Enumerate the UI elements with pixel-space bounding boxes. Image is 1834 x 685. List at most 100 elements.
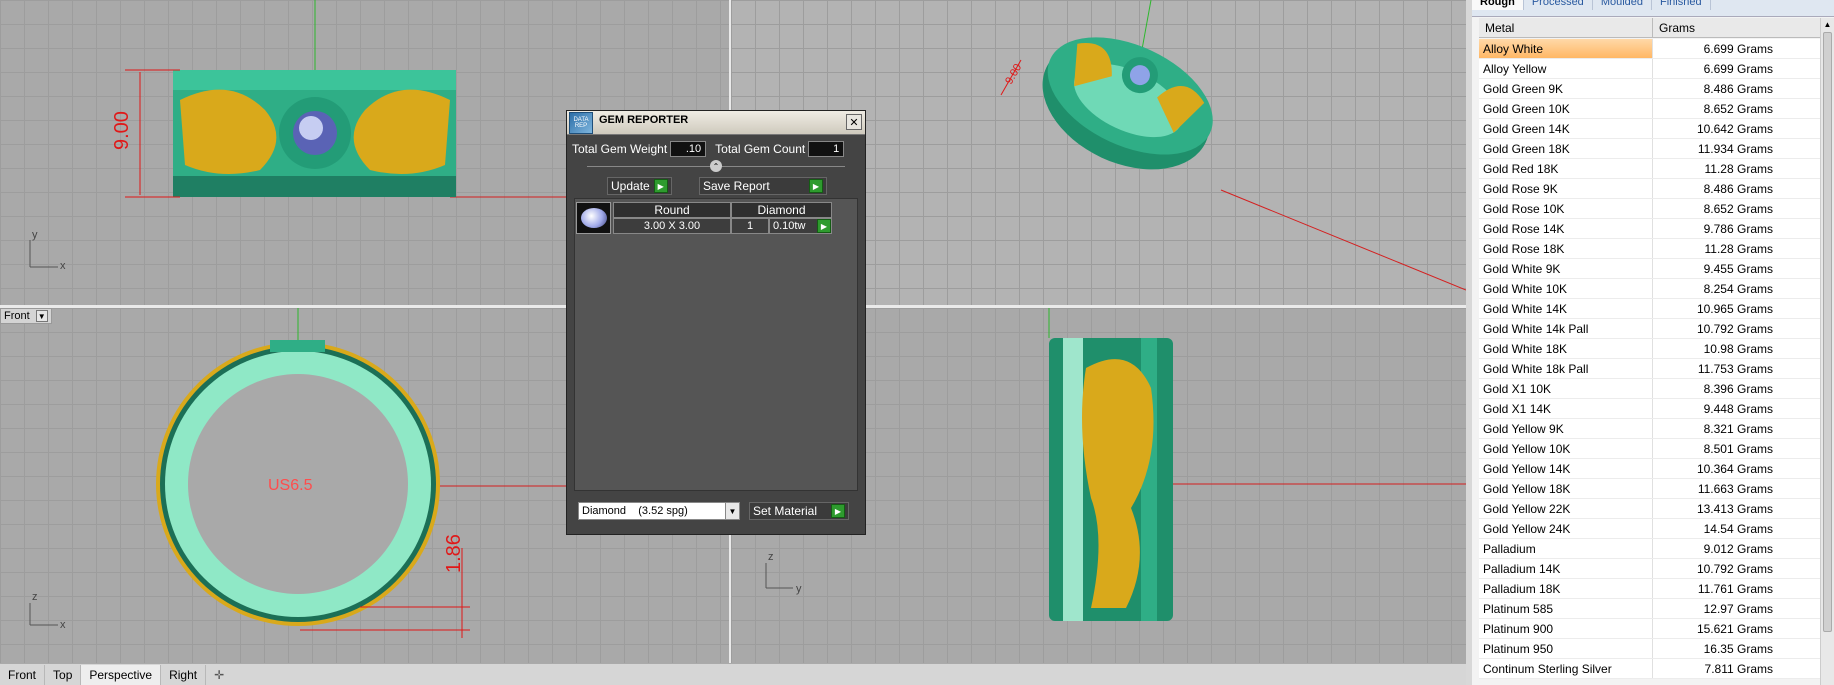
table-row[interactable]: Gold Yellow 14K 10.364 Grams (1479, 459, 1833, 479)
grams-cell: 11.28 Grams (1704, 241, 1773, 256)
tab-finished[interactable]: Finished (1652, 0, 1711, 10)
collapse-icon[interactable]: ⌃ (710, 160, 722, 172)
table-row[interactable]: Gold Red 18K 11.28 Grams (1479, 159, 1833, 179)
metal-name-cell: Gold Red 18K (1479, 159, 1653, 178)
close-icon[interactable]: ✕ (846, 114, 862, 130)
table-row[interactable]: Gold Yellow 9K 8.321 Grams (1479, 419, 1833, 439)
grams-cell: 11.934 Grams (1697, 141, 1773, 156)
play-icon[interactable]: ▶ (817, 219, 831, 233)
table-row[interactable]: Continum Sterling Silver 7.811 Grams (1479, 659, 1833, 679)
table-row[interactable]: Platinum 900 15.621 Grams (1479, 619, 1833, 639)
gem-type: Diamond (731, 202, 832, 218)
add-tab-icon[interactable]: ✛ (206, 668, 232, 682)
tab-rough[interactable]: Rough (1472, 0, 1524, 10)
metal-name-cell: Gold Rose 18K (1479, 239, 1653, 258)
tab-front[interactable]: Front (0, 664, 46, 685)
table-row[interactable]: Gold Yellow 10K 8.501 Grams (1479, 439, 1833, 459)
grams-cell: 8.652 Grams (1703, 201, 1773, 216)
dialog-title: GEM REPORTER (599, 113, 689, 126)
update-button[interactable]: Update ▶ (607, 177, 672, 195)
play-icon: ▶ (809, 179, 823, 193)
scroll-up-icon[interactable]: ▲ (1821, 18, 1834, 30)
table-row[interactable]: Gold White 14k Pall 10.792 Grams (1479, 319, 1833, 339)
grams-cell: 11.753 Grams (1697, 361, 1773, 376)
total-count-label: Total Gem Count (715, 142, 806, 156)
gem-list: Round Diamond 3.00 X 3.00 1 0.10tw ▶ (574, 198, 858, 491)
chevron-down-icon[interactable]: ▼ (725, 503, 739, 519)
svg-text:y: y (796, 583, 802, 595)
total-weight-field[interactable]: .10 (670, 141, 707, 157)
gem-size: 3.00 X 3.00 (613, 218, 731, 234)
table-row[interactable]: Gold Rose 18K 11.28 Grams (1479, 239, 1833, 259)
table-row[interactable]: Gold White 9K 9.455 Grams (1479, 259, 1833, 279)
grams-cell: 12.97 Grams (1703, 601, 1773, 616)
table-row[interactable]: Gold White 14K 10.965 Grams (1479, 299, 1833, 319)
table-row[interactable]: Gold Green 14K 10.642 Grams (1479, 119, 1833, 139)
metal-weight-panel: Rough Processed Moulded Finished Metal G… (1466, 0, 1834, 685)
table-row[interactable]: Gold Rose 9K 8.486 Grams (1479, 179, 1833, 199)
table-row[interactable]: Gold Yellow 18K 11.663 Grams (1479, 479, 1833, 499)
grams-cell: 10.792 Grams (1696, 561, 1773, 576)
grams-cell: 8.501 Grams (1703, 441, 1773, 456)
metal-name-cell: Platinum 950 (1479, 639, 1653, 658)
column-header-metal[interactable]: Metal (1479, 18, 1653, 37)
gem-row[interactable]: Round Diamond 3.00 X 3.00 1 0.10tw ▶ (576, 202, 832, 234)
table-row[interactable]: Gold Yellow 22K 13.413 Grams (1479, 499, 1833, 519)
grams-cell: 8.486 Grams (1703, 81, 1773, 96)
gem-count[interactable]: 1 (731, 218, 769, 234)
grams-cell: 16.35 Grams (1703, 641, 1773, 656)
metal-name-cell: Gold White 18k Pall (1479, 359, 1653, 378)
table-row[interactable]: Palladium 14K 10.792 Grams (1479, 559, 1833, 579)
grams-cell: 11.663 Grams (1697, 481, 1773, 496)
grams-cell: 8.321 Grams (1703, 421, 1773, 436)
table-row[interactable]: Gold White 18K 10.98 Grams (1479, 339, 1833, 359)
table-row[interactable]: Gold Green 9K 8.486 Grams (1479, 79, 1833, 99)
front-viewport-title[interactable]: Front ▼ (0, 308, 52, 324)
tab-moulded[interactable]: Moulded (1593, 0, 1653, 10)
grams-cell: 7.811 Grams (1704, 661, 1773, 676)
tab-processed[interactable]: Processed (1524, 0, 1593, 10)
table-row[interactable]: Palladium 9.012 Grams (1479, 539, 1833, 559)
table-row[interactable]: Gold X1 10K 8.396 Grams (1479, 379, 1833, 399)
total-count-field[interactable]: 1 (808, 141, 845, 157)
metal-name-cell: Gold Rose 14K (1479, 219, 1653, 238)
metal-name-cell: Gold Yellow 9K (1479, 419, 1653, 438)
table-row[interactable]: Gold Yellow 24K 14.54 Grams (1479, 519, 1833, 539)
scrollbar-thumb[interactable] (1823, 32, 1832, 632)
table-row[interactable]: Gold Green 18K 11.934 Grams (1479, 139, 1833, 159)
grams-cell: 15.621 Grams (1696, 621, 1773, 636)
grams-cell: 11.28 Grams (1704, 161, 1773, 176)
metal-name-cell: Gold Green 10K (1479, 99, 1653, 118)
svg-text:y: y (32, 229, 38, 241)
table-row[interactable]: Gold White 10K 8.254 Grams (1479, 279, 1833, 299)
grams-cell: 10.965 Grams (1696, 301, 1773, 316)
set-material-button[interactable]: Set Material ▶ (749, 502, 849, 520)
table-row[interactable]: Platinum 585 12.97 Grams (1479, 599, 1833, 619)
table-row[interactable]: Gold White 18k Pall 11.753 Grams (1479, 359, 1833, 379)
svg-text:z: z (32, 591, 38, 603)
metal-name-cell: Continum Sterling Silver (1479, 659, 1653, 678)
table-row[interactable]: Palladium 18K 11.761 Grams (1479, 579, 1833, 599)
scrollbar[interactable]: ▲ (1820, 18, 1834, 685)
metal-name-cell: Gold White 10K (1479, 279, 1653, 298)
table-row[interactable]: Alloy White 6.699 Grams (1479, 39, 1833, 59)
table-row[interactable]: Platinum 950 16.35 Grams (1479, 639, 1833, 659)
tab-right[interactable]: Right (161, 664, 207, 685)
table-row[interactable]: Gold Green 10K 8.652 Grams (1479, 99, 1833, 119)
column-header-grams[interactable]: Grams (1653, 18, 1833, 37)
tab-perspective[interactable]: Perspective (81, 664, 162, 685)
save-report-button[interactable]: Save Report ▶ (699, 177, 827, 195)
metal-name-cell: Gold X1 14K (1479, 399, 1653, 418)
material-select[interactable]: Diamond (3.52 spg) ▼ (578, 502, 740, 520)
chevron-down-icon[interactable]: ▼ (35, 310, 48, 322)
gem-weight[interactable]: 0.10tw ▶ (769, 218, 832, 234)
table-row[interactable]: Gold X1 14K 9.448 Grams (1479, 399, 1833, 419)
metal-name-cell: Gold White 9K (1479, 259, 1653, 278)
tab-top[interactable]: Top (45, 664, 82, 685)
grams-cell: 10.642 Grams (1696, 121, 1773, 136)
table-row[interactable]: Alloy Yellow 6.699 Grams (1479, 59, 1833, 79)
table-row[interactable]: Gold Rose 14K 9.786 Grams (1479, 219, 1833, 239)
dialog-titlebar[interactable]: DATA REP GEM REPORTER ✕ (567, 111, 865, 135)
metal-name-cell: Gold White 14k Pall (1479, 319, 1653, 338)
table-row[interactable]: Gold Rose 10K 8.652 Grams (1479, 199, 1833, 219)
